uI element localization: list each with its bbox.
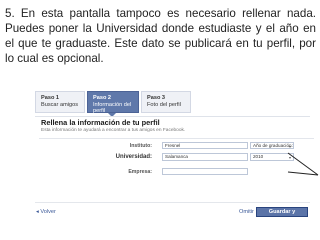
step-1-number: Paso 1 [41,95,60,101]
high-school-input[interactable]: Fresnel [162,142,248,149]
profile-form: Instituto: Fresnel Año de graduación: ▾ … [39,138,314,184]
step-2-profile-info[interactable]: Paso 2 Información del perfil [87,91,139,117]
step-2-number: Paso 2 [93,95,112,101]
university-label: Universidad: [115,154,152,160]
high-school-year-select[interactable]: Año de graduación: ▾ [250,142,294,149]
divider [35,116,310,117]
facebook-profile-step-screenshot: Paso 1 Buscar amigos Paso 2 Información … [30,87,318,227]
university-year-select[interactable]: 2010 ▾ [250,153,294,161]
high-school-year-value: Año de graduación: [253,143,293,148]
company-label: Empresa: [128,169,152,175]
skip-link[interactable]: Omitir [239,209,254,215]
university-input[interactable]: Salamanca [162,153,248,161]
instruction-text: 5. En esta pantalla tampoco es necesario… [5,7,316,65]
chevron-down-icon: ▾ [288,144,291,149]
back-link[interactable]: ◂ Volver [36,209,56,215]
form-heading: Rellena la información de tu perfil [41,118,160,127]
form-subheading: Esta información te ayudará a encontrar … [41,128,186,133]
wizard-steps: Paso 1 Buscar amigos Paso 2 Información … [30,91,318,117]
step-3-label: Foto del perfil [147,101,181,108]
company-input[interactable] [162,168,248,175]
footer-divider [35,202,310,203]
chevron-down-icon: ▾ [288,155,291,160]
step-3-profile-photo[interactable]: Paso 3 Foto del perfil [141,91,191,113]
high-school-label: Instituto: [129,143,152,149]
step-1-find-friends[interactable]: Paso 1 Buscar amigos [35,91,85,113]
save-continue-button[interactable]: Guardar y continuar [256,207,308,223]
step-3-number: Paso 3 [147,95,166,101]
university-year-value: 2010 [253,154,264,159]
step-2-label: Información del perfil [93,101,132,115]
step-1-label: Buscar amigos [41,101,78,108]
